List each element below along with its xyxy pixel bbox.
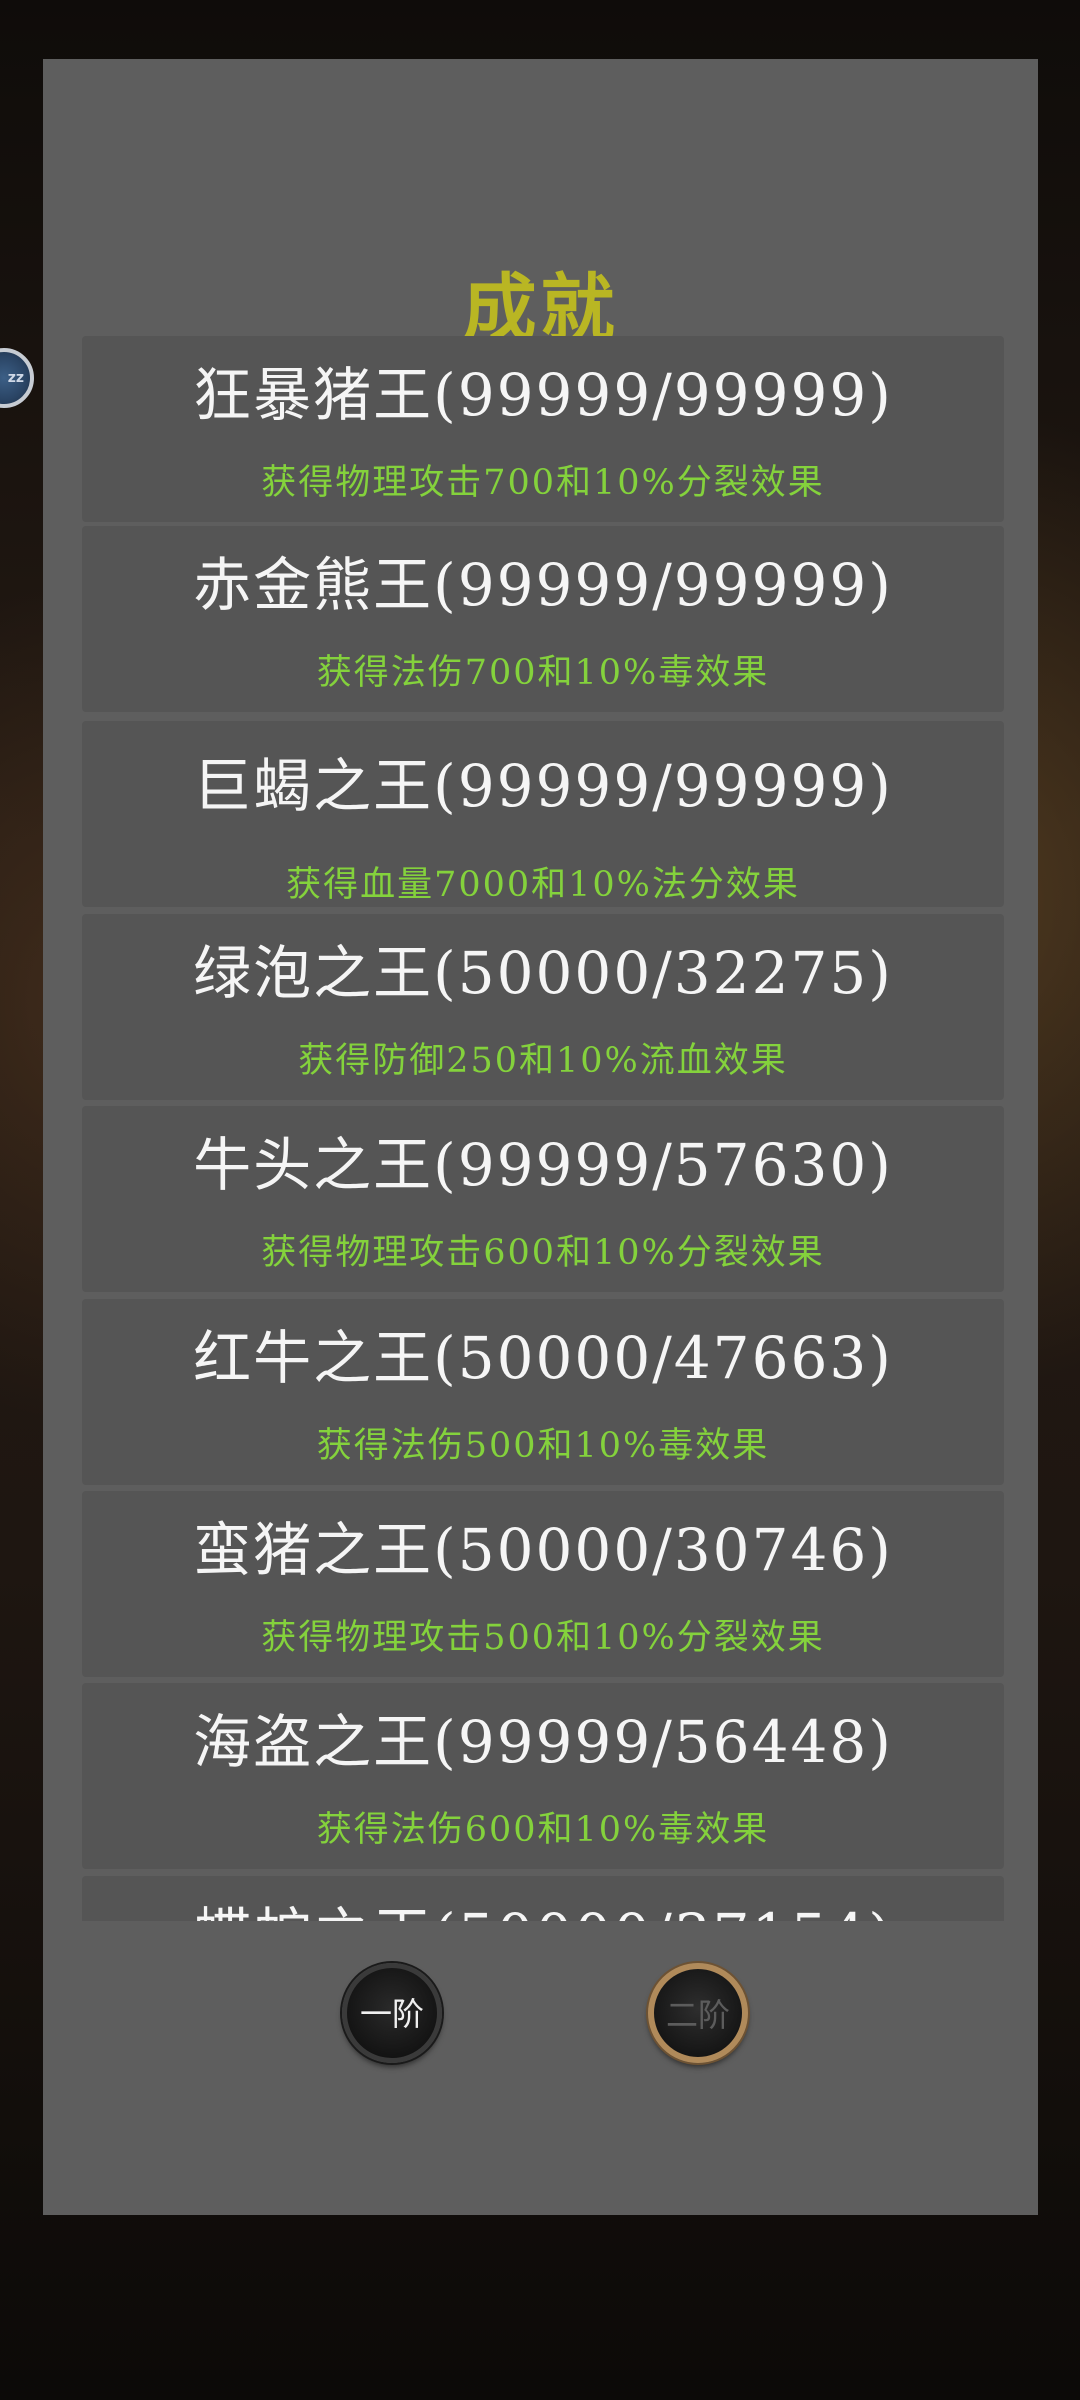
achievement-name: 牛头之王(99999/57630) (193, 1131, 893, 1199)
achievement-item[interactable]: 海盗之王(99999/56448) 获得法伤600和10%毒效果 (82, 1683, 1004, 1869)
achievement-reward: 获得物理攻击500和10%分裂效果 (261, 1618, 825, 1658)
side-badge[interactable]: zz (0, 348, 34, 408)
achievement-reward: 获得法伤700和10%毒效果 (316, 653, 770, 693)
tab-tier-2-button[interactable]: 二阶 (648, 1963, 748, 2063)
achievement-reward: 获得物理攻击700和10%分裂效果 (261, 463, 825, 503)
tab-tier-1-button[interactable]: 一阶 (342, 1963, 442, 2063)
achievement-item[interactable]: 绿泡之王(50000/32275) 获得防御250和10%流血效果 (82, 914, 1004, 1100)
achievement-name: 狂暴猪王(99999/99999) (193, 361, 893, 429)
achievement-name: 红牛之王(50000/47663) (193, 1324, 893, 1392)
achievement-item[interactable]: 红牛之王(50000/47663) 获得法伤500和10%毒效果 (82, 1299, 1004, 1485)
achievement-item[interactable]: 蝶蛇之王(50000/37154) (82, 1876, 1004, 1921)
achievement-item[interactable]: 蛮猪之王(50000/30746) 获得物理攻击500和10%分裂效果 (82, 1491, 1004, 1677)
achievement-dialog: 成就 狂暴猪王(99999/99999) 获得物理攻击700和10%分裂效果 赤… (43, 59, 1038, 2215)
achievement-reward: 获得防御250和10%流血效果 (298, 1041, 788, 1081)
achievement-name: 巨蝎之王(99999/99999) (193, 752, 893, 820)
achievement-item[interactable]: 赤金熊王(99999/99999) 获得法伤700和10%毒效果 (82, 526, 1004, 712)
achievement-name: 蝶蛇之王(50000/37154) (82, 1888, 1004, 1921)
achievement-list[interactable]: 狂暴猪王(99999/99999) 获得物理攻击700和10%分裂效果 赤金熊王… (82, 336, 1004, 1921)
achievement-reward: 获得法伤500和10%毒效果 (316, 1426, 770, 1466)
achievement-name: 蛮猪之王(50000/30746) (193, 1516, 893, 1584)
achievement-reward: 获得法伤600和10%毒效果 (316, 1810, 770, 1850)
achievement-name: 海盗之王(99999/56448) (193, 1708, 893, 1776)
achievement-item[interactable]: 狂暴猪王(99999/99999) 获得物理攻击700和10%分裂效果 (82, 336, 1004, 522)
achievement-item[interactable]: 巨蝎之王(99999/99999) 获得血量7000和10%法分效果 (82, 721, 1004, 907)
achievement-reward: 获得物理攻击600和10%分裂效果 (261, 1233, 825, 1273)
achievement-name: 绿泡之王(50000/32275) (193, 939, 893, 1007)
achievement-reward: 获得血量7000和10%法分效果 (286, 865, 800, 905)
achievement-name: 赤金熊王(99999/99999) (193, 551, 893, 619)
achievement-item[interactable]: 牛头之王(99999/57630) 获得物理攻击600和10%分裂效果 (82, 1106, 1004, 1292)
